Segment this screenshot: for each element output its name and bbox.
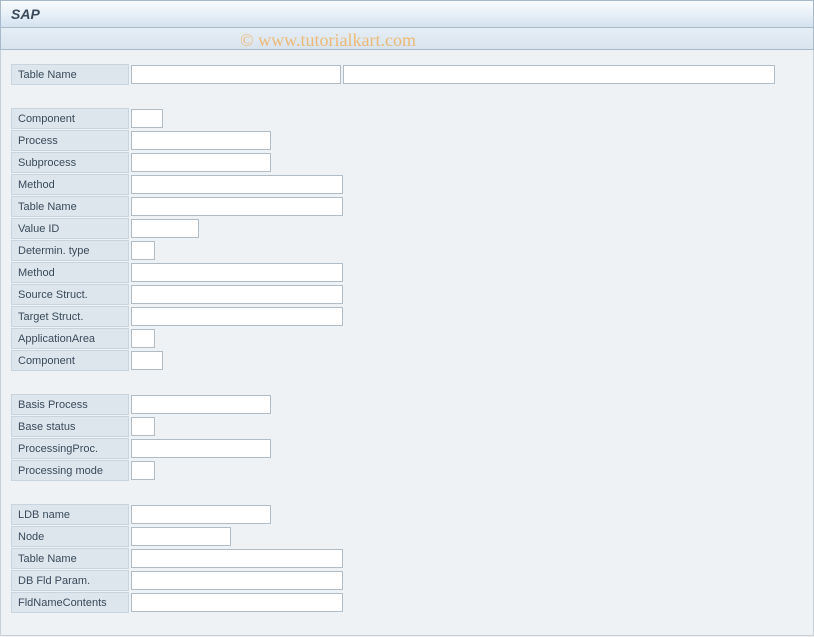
input-table-name-top-2[interactable] bbox=[343, 65, 775, 84]
app-title: SAP bbox=[11, 6, 40, 22]
input-ldb-name[interactable] bbox=[131, 505, 271, 524]
label-determin-type: Determin. type bbox=[11, 240, 129, 261]
input-component[interactable] bbox=[131, 109, 163, 128]
input-target-struct[interactable] bbox=[131, 307, 343, 326]
row-target-struct: Target Struct. bbox=[11, 306, 803, 327]
row-db-fld-param: DB Fld Param. bbox=[11, 570, 803, 591]
input-table-name-3[interactable] bbox=[131, 549, 343, 568]
row-component: Component bbox=[11, 108, 803, 129]
input-node[interactable] bbox=[131, 527, 231, 546]
input-basis-process[interactable] bbox=[131, 395, 271, 414]
label-component: Component bbox=[11, 108, 129, 129]
title-bar: SAP bbox=[0, 0, 814, 28]
row-method: Method bbox=[11, 174, 803, 195]
label-source-struct: Source Struct. bbox=[11, 284, 129, 305]
label-application-area: ApplicationArea bbox=[11, 328, 129, 349]
label-subprocess: Subprocess bbox=[11, 152, 129, 173]
label-method-2: Method bbox=[11, 262, 129, 283]
input-processing-mode[interactable] bbox=[131, 461, 155, 480]
row-fld-name-contents: FldNameContents bbox=[11, 592, 803, 613]
row-basis-process: Basis Process bbox=[11, 394, 803, 415]
input-fld-name-contents[interactable] bbox=[131, 593, 343, 612]
row-component-2: Component bbox=[11, 350, 803, 371]
label-method: Method bbox=[11, 174, 129, 195]
label-db-fld-param: DB Fld Param. bbox=[11, 570, 129, 591]
label-value-id: Value ID bbox=[11, 218, 129, 239]
input-source-struct[interactable] bbox=[131, 285, 343, 304]
row-source-struct: Source Struct. bbox=[11, 284, 803, 305]
label-table-name-1: Table Name bbox=[11, 196, 129, 217]
row-table-name-3: Table Name bbox=[11, 548, 803, 569]
input-method[interactable] bbox=[131, 175, 343, 194]
label-processing-proc: ProcessingProc. bbox=[11, 438, 129, 459]
input-method-2[interactable] bbox=[131, 263, 343, 282]
row-processing-mode: Processing mode bbox=[11, 460, 803, 481]
toolbar bbox=[0, 28, 814, 50]
input-value-id[interactable] bbox=[131, 219, 199, 238]
row-subprocess: Subprocess bbox=[11, 152, 803, 173]
row-determin-type: Determin. type bbox=[11, 240, 803, 261]
label-fld-name-contents: FldNameContents bbox=[11, 592, 129, 613]
row-node: Node bbox=[11, 526, 803, 547]
row-table-name-1: Table Name bbox=[11, 196, 803, 217]
row-value-id: Value ID bbox=[11, 218, 803, 239]
label-table-name-3: Table Name bbox=[11, 548, 129, 569]
row-base-status: Base status bbox=[11, 416, 803, 437]
row-ldb-name: LDB name bbox=[11, 504, 803, 525]
input-determin-type[interactable] bbox=[131, 241, 155, 260]
input-application-area[interactable] bbox=[131, 329, 155, 348]
input-table-name-1[interactable] bbox=[131, 197, 343, 216]
label-ldb-name: LDB name bbox=[11, 504, 129, 525]
input-component-2[interactable] bbox=[131, 351, 163, 370]
label-component-2: Component bbox=[11, 350, 129, 371]
content-area: Table Name Component Process Subprocess … bbox=[0, 50, 814, 636]
input-table-name-top-1[interactable] bbox=[131, 65, 341, 84]
label-processing-mode: Processing mode bbox=[11, 460, 129, 481]
label-base-status: Base status bbox=[11, 416, 129, 437]
row-table-name-top: Table Name bbox=[11, 64, 803, 85]
input-processing-proc[interactable] bbox=[131, 439, 271, 458]
label-table-name-top: Table Name bbox=[11, 64, 129, 85]
input-base-status[interactable] bbox=[131, 417, 155, 436]
label-node: Node bbox=[11, 526, 129, 547]
row-processing-proc: ProcessingProc. bbox=[11, 438, 803, 459]
input-subprocess[interactable] bbox=[131, 153, 271, 172]
input-db-fld-param[interactable] bbox=[131, 571, 343, 590]
label-target-struct: Target Struct. bbox=[11, 306, 129, 327]
row-application-area: ApplicationArea bbox=[11, 328, 803, 349]
label-process: Process bbox=[11, 130, 129, 151]
label-basis-process: Basis Process bbox=[11, 394, 129, 415]
input-process[interactable] bbox=[131, 131, 271, 150]
row-process: Process bbox=[11, 130, 803, 151]
row-method-2: Method bbox=[11, 262, 803, 283]
